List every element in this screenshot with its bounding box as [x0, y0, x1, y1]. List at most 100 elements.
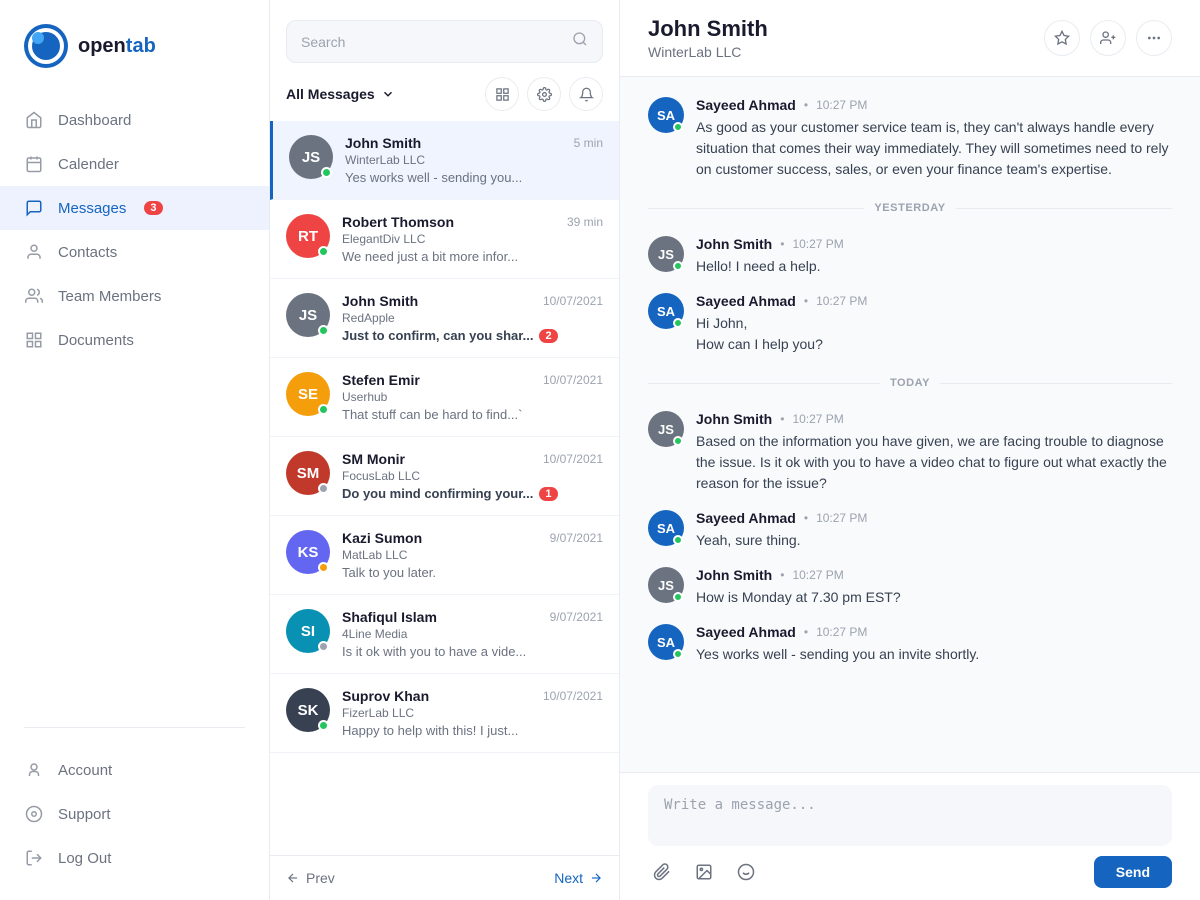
sidebar-item-account[interactable]: Account	[0, 748, 269, 792]
search-input[interactable]	[301, 34, 564, 50]
avatar-wrap: SM	[286, 451, 330, 495]
message-sender: John Smith	[342, 293, 418, 309]
prev-button[interactable]: Prev	[286, 870, 335, 886]
search-icon	[572, 31, 588, 52]
message-list-item[interactable]: SM SM Monir 10/07/2021 FocusLab LLC Do y…	[270, 437, 619, 516]
message-list-item[interactable]: SI Shafiqul Islam 9/07/2021 4Line Media …	[270, 595, 619, 674]
chat-message-time: 10:27 PM	[816, 511, 867, 525]
avatar-wrap: SK	[286, 688, 330, 732]
send-button[interactable]: Send	[1094, 856, 1172, 888]
message-top: SM Monir 10/07/2021	[342, 451, 603, 467]
chat-message: JS John Smith • 10:27 PM Based on the in…	[648, 411, 1172, 494]
chat-message-body: John Smith • 10:27 PM Hello! I need a he…	[696, 236, 844, 277]
chat-input-wrap[interactable]	[648, 785, 1172, 846]
message-list-item[interactable]: JS John Smith 5 min WinterLab LLC Yes wo…	[270, 121, 619, 200]
avatar-wrap: SI	[286, 609, 330, 653]
sidebar-item-calender[interactable]: Calender	[0, 142, 269, 186]
chat-message-body: John Smith • 10:27 PM How is Monday at 7…	[696, 567, 901, 608]
status-dot	[318, 404, 329, 415]
support-icon	[24, 804, 44, 824]
sidebar-divider	[24, 727, 245, 728]
message-panel-header: All Messages	[270, 0, 619, 121]
notification-icon-btn[interactable]	[569, 77, 603, 111]
chat-message-time: 10:27 PM	[816, 625, 867, 639]
message-preview: Yes works well - sending you...	[345, 170, 603, 185]
logo-text: opentab	[78, 35, 156, 58]
emoji-icon	[737, 863, 755, 881]
chat-message: JS John Smith • 10:27 PM Hello! I need a…	[648, 236, 1172, 277]
message-input[interactable]	[664, 797, 1156, 829]
more-options-button[interactable]	[1136, 20, 1172, 56]
chat-message: JS John Smith • 10:27 PM How is Monday a…	[648, 567, 1172, 608]
layout-icon-btn[interactable]	[485, 77, 519, 111]
message-content: Kazi Sumon 9/07/2021 MatLab LLC Talk to …	[342, 530, 603, 580]
arrow-right-icon	[589, 871, 603, 885]
chat-toolbar: Send	[648, 856, 1172, 888]
chat-message-meta: Sayeed Ahmad • 10:27 PM	[696, 293, 867, 309]
message-list: JS John Smith 5 min WinterLab LLC Yes wo…	[270, 121, 619, 855]
messages-icon	[24, 198, 44, 218]
attachment-button[interactable]	[648, 858, 676, 886]
chat-message-time: 10:27 PM	[792, 412, 843, 426]
message-sender: Shafiqul Islam	[342, 609, 437, 625]
sidebar-item-label: Dashboard	[58, 112, 131, 129]
status-dot	[318, 562, 329, 573]
sidebar-item-label: Account	[58, 762, 112, 779]
add-user-button[interactable]	[1090, 20, 1126, 56]
image-icon	[695, 863, 713, 881]
chat-panel: John Smith WinterLab LLC SA Saye	[620, 0, 1200, 900]
message-top: John Smith 10/07/2021	[342, 293, 603, 309]
sidebar-item-contacts[interactable]: Contacts	[0, 230, 269, 274]
message-list-item[interactable]: KS Kazi Sumon 9/07/2021 MatLab LLC Talk …	[270, 516, 619, 595]
image-button[interactable]	[690, 858, 718, 886]
emoji-button[interactable]	[732, 858, 760, 886]
settings-icon-btn[interactable]	[527, 77, 561, 111]
avatar-wrap: JS	[289, 135, 333, 179]
unread-badge: 2	[539, 329, 557, 343]
star-button[interactable]	[1044, 20, 1080, 56]
search-bar[interactable]	[286, 20, 603, 63]
sidebar-item-messages[interactable]: Messages 3	[0, 186, 269, 230]
chat-message: SA Sayeed Ahmad • 10:27 PM As good as yo…	[648, 97, 1172, 180]
chat-contact-name: John Smith	[648, 16, 768, 42]
message-sender: Robert Thomson	[342, 214, 454, 230]
message-company: RedApple	[342, 311, 603, 325]
message-list-item[interactable]: RT Robert Thomson 39 min ElegantDiv LLC …	[270, 200, 619, 279]
chat-message-sender: Sayeed Ahmad	[696, 293, 796, 309]
message-list-item[interactable]: SK Suprov Khan 10/07/2021 FizerLab LLC H…	[270, 674, 619, 753]
sidebar-item-support[interactable]: Support	[0, 792, 269, 836]
chat-avatar: JS	[648, 567, 684, 603]
message-time: 5 min	[574, 136, 603, 150]
chat-message-meta: Sayeed Ahmad • 10:27 PM	[696, 624, 979, 640]
sidebar-item-logout[interactable]: Log Out	[0, 836, 269, 880]
main-nav: Dashboard Calender Messages 3 Contacts	[0, 88, 269, 717]
layout-icon	[495, 87, 510, 102]
sidebar-item-label: Team Members	[58, 288, 161, 305]
chat-message-body: Sayeed Ahmad • 10:27 PM Hi John,How can …	[696, 293, 867, 355]
day-divider: YESTERDAY	[648, 202, 1172, 214]
message-company: FizerLab LLC	[342, 706, 603, 720]
filter-bar: All Messages	[286, 77, 603, 111]
message-list-item[interactable]: JS John Smith 10/07/2021 RedApple Just t…	[270, 279, 619, 358]
chat-message-meta: Sayeed Ahmad • 10:27 PM	[696, 97, 1172, 113]
chat-message-sender: Sayeed Ahmad	[696, 97, 796, 113]
filter-dropdown[interactable]: All Messages	[286, 86, 395, 102]
message-list-item[interactable]: SE Stefen Emir 10/07/2021 Userhub That s…	[270, 358, 619, 437]
message-sender: SM Monir	[342, 451, 405, 467]
sidebar-item-dashboard[interactable]: Dashboard	[0, 98, 269, 142]
chat-message-sender: Sayeed Ahmad	[696, 510, 796, 526]
chat-message-sender: John Smith	[696, 411, 772, 427]
chat-header-info: John Smith WinterLab LLC	[648, 16, 768, 60]
chat-message-text: As good as your customer service team is…	[696, 117, 1172, 180]
chevron-down-icon	[381, 87, 395, 101]
next-button[interactable]: Next	[554, 870, 603, 886]
chat-avatar: SA	[648, 624, 684, 660]
chat-message-meta: John Smith • 10:27 PM	[696, 236, 844, 252]
message-top: Robert Thomson 39 min	[342, 214, 603, 230]
chat-toolbar-left	[648, 858, 760, 886]
calendar-icon	[24, 154, 44, 174]
status-dot	[318, 483, 329, 494]
sidebar-item-team-members[interactable]: Team Members	[0, 274, 269, 318]
sidebar-item-documents[interactable]: Documents	[0, 318, 269, 362]
prev-label: Prev	[306, 870, 335, 886]
